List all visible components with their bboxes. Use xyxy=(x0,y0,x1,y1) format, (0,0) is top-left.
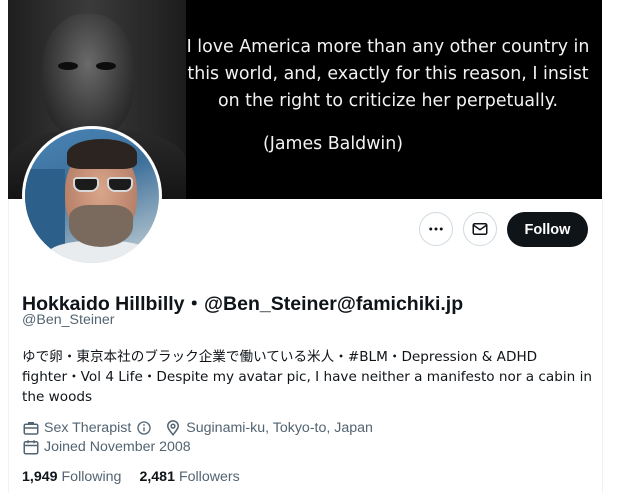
follow-stats: 1,949 Following 2,481 Followers xyxy=(22,469,258,485)
profile-page: I love America more than any other count… xyxy=(0,0,621,493)
followers-count: 2,481 xyxy=(139,469,175,485)
following-label: Following xyxy=(61,469,122,485)
profile-meta-row: Sex Therapist Suginami-ku, Tokyo-to, Jap… xyxy=(22,419,385,437)
joined-label: Joined November 2008 xyxy=(44,439,191,455)
location-pin-icon xyxy=(167,420,180,436)
followers-link[interactable]: 2,481 Followers xyxy=(139,469,239,485)
user-handle: @Ben_Steiner xyxy=(22,312,115,328)
following-link[interactable]: 1,949 Following xyxy=(22,469,121,485)
joined-item: Joined November 2008 xyxy=(22,438,191,456)
briefcase-icon xyxy=(23,422,39,435)
envelope-icon xyxy=(472,223,488,235)
profession-item: Sex Therapist xyxy=(22,419,152,437)
column-border-left xyxy=(8,199,9,493)
profile-meta-row-joined: Joined November 2008 xyxy=(22,438,203,456)
follow-button[interactable]: Follow xyxy=(507,212,588,247)
more-horizontal-icon xyxy=(429,227,443,231)
location-item: Suginami-ku, Tokyo-to, Japan xyxy=(164,419,373,437)
following-count: 1,949 xyxy=(22,469,58,485)
profile-bio: ゆで卵・東京本社のブラック企業で働いている米人・#BLM・Depression … xyxy=(22,349,592,405)
banner-quote-author: (James Baldwin) xyxy=(262,134,404,154)
more-button[interactable] xyxy=(419,212,453,246)
info-icon[interactable] xyxy=(136,420,152,436)
profession-label: Sex Therapist xyxy=(44,420,132,436)
message-button[interactable] xyxy=(463,212,497,246)
avatar[interactable] xyxy=(22,126,162,266)
banner-quote: I love America more than any other count… xyxy=(186,37,590,111)
location-label: Suginami-ku, Tokyo-to, Japan xyxy=(186,420,373,436)
followers-label: Followers xyxy=(178,469,240,485)
column-border-right xyxy=(602,199,603,493)
calendar-icon xyxy=(23,440,39,455)
